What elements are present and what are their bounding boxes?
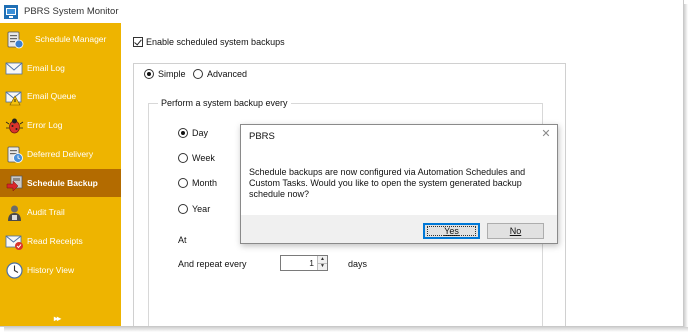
- radio-unselected-icon[interactable]: [178, 178, 188, 188]
- read-receipts-icon: [5, 235, 23, 250]
- repeat-every-stepper[interactable]: 1 ▲ ▼: [280, 255, 328, 271]
- enable-backups-checkbox[interactable]: Enable scheduled system backups: [133, 37, 285, 47]
- sidebar-item-label: Schedule Backup: [27, 178, 98, 188]
- audit-trail-icon: [8, 205, 21, 221]
- frequency-year-radio[interactable]: Year: [178, 204, 210, 214]
- stepper-buttons: ▲ ▼: [317, 256, 327, 270]
- sidebar-item-label: Audit Trail: [27, 207, 65, 217]
- sidebar-item-error-log[interactable]: Error Log: [0, 111, 121, 139]
- radio-unselected-icon[interactable]: [193, 69, 203, 79]
- radio-selected-icon[interactable]: [144, 69, 154, 79]
- email-queue-icon: [5, 91, 22, 105]
- stepper-down-icon[interactable]: ▼: [318, 262, 327, 270]
- app-icon: [4, 4, 18, 19]
- repeat-unit-label: days: [348, 259, 368, 269]
- sidebar: Schedule Manager Email Log Email Queue E…: [0, 23, 121, 326]
- sidebar-item-label: Read Receipts: [27, 236, 83, 246]
- dialog-message: Schedule backups are now configured via …: [249, 167, 526, 199]
- history-view-icon: [6, 261, 23, 279]
- sidebar-item-deferred-delivery[interactable]: Deferred Delivery: [0, 140, 121, 168]
- schedule-backup-icon: [6, 175, 23, 192]
- sidebar-item-label: Email Log: [27, 63, 65, 73]
- dialog-footer: Yes No: [241, 215, 557, 243]
- frequency-week-label: Week: [192, 153, 215, 163]
- frequency-month-label: Month: [192, 178, 218, 188]
- no-button[interactable]: No: [487, 223, 544, 239]
- mode-simple-label: Simple: [158, 69, 186, 79]
- sidebar-item-label: Schedule Manager: [35, 34, 107, 44]
- title-bar: PBRS System Monitor: [0, 0, 683, 23]
- backup-group-caption: Perform a system backup every: [158, 98, 291, 108]
- frequency-month-radio[interactable]: Month: [178, 178, 217, 188]
- sidebar-item-email-log[interactable]: Email Log: [0, 54, 121, 82]
- radio-unselected-icon[interactable]: [178, 204, 188, 214]
- deferred-delivery-icon: [7, 146, 23, 163]
- app-window: PBRS System Monitor Schedule Manager Ema…: [0, 0, 684, 327]
- sidebar-expand-icon[interactable]: ▸▸: [54, 314, 61, 323]
- window-shadow-right: [684, 4, 688, 330]
- sidebar-item-schedule-backup[interactable]: Schedule Backup: [0, 169, 121, 197]
- error-log-icon: [5, 118, 24, 133]
- sidebar-item-label: Deferred Delivery: [27, 149, 94, 159]
- focus-rect: [427, 226, 476, 236]
- mode-advanced-label: Advanced: [207, 69, 248, 79]
- pbrs-dialog: PBRS ✕ Schedule backups are now configur…: [240, 124, 558, 244]
- frequency-year-label: Year: [192, 204, 211, 214]
- sidebar-item-label: Email Queue: [27, 91, 77, 101]
- radio-unselected-icon[interactable]: [178, 153, 188, 163]
- frequency-day-radio[interactable]: Day: [178, 128, 208, 138]
- at-label: At: [178, 235, 187, 245]
- dialog-title: PBRS: [249, 131, 275, 142]
- email-log-icon: [5, 62, 23, 74]
- sidebar-item-audit-trail[interactable]: Audit Trail: [0, 198, 121, 226]
- sidebar-item-email-queue[interactable]: Email Queue: [0, 82, 121, 110]
- repeat-every-value[interactable]: 1: [281, 256, 317, 270]
- yes-button[interactable]: Yes: [423, 223, 480, 239]
- frequency-day-label: Day: [192, 128, 209, 138]
- schedule-manager-icon: [7, 31, 24, 48]
- repeat-every-label: And repeat every: [178, 259, 247, 269]
- enable-backups-label: Enable scheduled system backups: [146, 37, 285, 47]
- no-button-label: No: [509, 226, 522, 236]
- sidebar-item-read-receipts[interactable]: Read Receipts: [0, 227, 121, 255]
- sidebar-item-schedule-manager[interactable]: Schedule Manager: [0, 25, 121, 53]
- sidebar-item-history-view[interactable]: History View: [0, 256, 121, 284]
- checkbox-checked-icon[interactable]: [133, 37, 143, 47]
- window-title: PBRS System Monitor: [24, 6, 119, 17]
- window-shadow-bottom: [4, 327, 688, 332]
- close-icon[interactable]: ✕: [539, 127, 553, 141]
- frequency-week-radio[interactable]: Week: [178, 153, 215, 163]
- sidebar-item-label: Error Log: [27, 120, 63, 130]
- radio-selected-icon[interactable]: [178, 128, 188, 138]
- mode-advanced-radio[interactable]: Advanced: [193, 69, 247, 79]
- sidebar-item-label: History View: [27, 265, 75, 275]
- mode-simple-radio[interactable]: Simple: [144, 69, 186, 79]
